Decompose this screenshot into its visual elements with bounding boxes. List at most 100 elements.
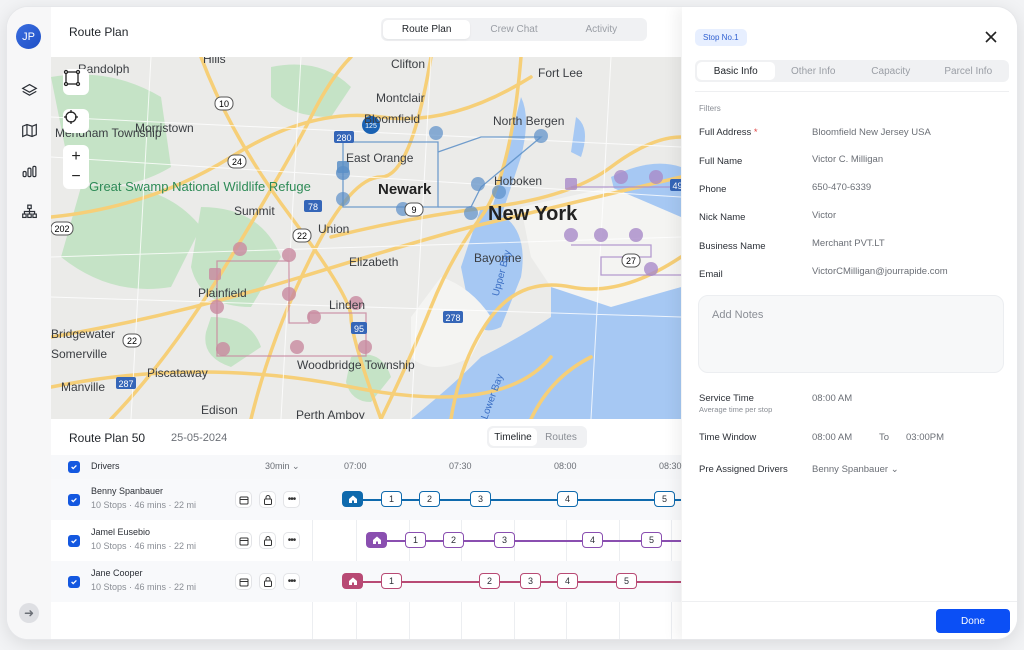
tab-capacity[interactable]: Capacity <box>852 62 930 80</box>
tab-route-plan[interactable]: Route Plan <box>383 20 471 39</box>
map-view[interactable]: Randolph Hills Clifton Fort Lee Montclai… <box>51 57 681 419</box>
timeline-stop[interactable]: 5 <box>641 532 662 548</box>
calendar-icon[interactable] <box>235 573 252 590</box>
stop-details-panel: Stop No.1 Basic Info Other Info Capacity… <box>682 7 1017 639</box>
view-tabs: Timeline Routes <box>487 426 587 448</box>
tab-basic-info[interactable]: Basic Info <box>697 62 775 80</box>
timeline-stop[interactable]: 5 <box>654 491 675 507</box>
tab-other-info[interactable]: Other Info <box>775 62 853 80</box>
driver-name: Benny Spanbauer <box>91 486 164 496</box>
map-stop-marker[interactable] <box>614 170 628 184</box>
tab-routes[interactable]: Routes <box>537 428 585 446</box>
arrow-right-icon[interactable]: ➜ <box>19 603 39 623</box>
timeline-stop[interactable]: 1 <box>381 491 402 507</box>
map-stop-marker[interactable] <box>336 192 350 206</box>
map-stop-marker[interactable] <box>429 126 443 140</box>
field-value-business-name[interactable]: Merchant PVT.LT <box>812 238 885 249</box>
time-tick: 07:00 <box>344 461 367 471</box>
field-value-nick-name[interactable]: Victor <box>812 210 836 221</box>
timeline-stop[interactable]: 4 <box>557 491 578 507</box>
done-button[interactable]: Done <box>936 609 1010 633</box>
map-label: North Bergen <box>493 114 564 128</box>
map-label: Perth Amboy <box>296 408 365 419</box>
map-stop-marker[interactable] <box>464 206 478 220</box>
avatar[interactable]: JP <box>16 24 41 49</box>
map-stop-marker[interactable] <box>307 310 321 324</box>
tab-timeline[interactable]: Timeline <box>489 428 537 446</box>
timeline-stop[interactable]: 2 <box>443 532 464 548</box>
home-icon <box>348 495 357 503</box>
map-stop-marker[interactable] <box>629 228 643 242</box>
pre-assigned-dropdown[interactable]: Benny Spanbauer ⌄ <box>812 464 899 475</box>
field-value-phone[interactable]: 650-470-6339 <box>812 182 871 193</box>
timeline-stop[interactable]: 4 <box>582 532 603 548</box>
timeline-stop[interactable]: 1 <box>381 573 402 589</box>
driver-checkbox[interactable] <box>68 576 80 588</box>
map-stop-marker[interactable] <box>644 262 658 276</box>
more-icon[interactable]: ••• <box>283 491 300 508</box>
lock-icon[interactable] <box>259 491 276 508</box>
locate-icon[interactable] <box>63 109 89 133</box>
chevron-down-icon: ⌄ <box>890 464 899 475</box>
field-value-full-name[interactable]: Victor C. Milligan <box>812 154 883 165</box>
layers-icon[interactable] <box>19 80 39 100</box>
map-stop-marker[interactable] <box>649 170 663 184</box>
map-stop-marker[interactable] <box>282 248 296 262</box>
depot-marker[interactable] <box>366 532 387 548</box>
zoom-out-icon[interactable]: − <box>71 167 80 187</box>
tab-parcel-info[interactable]: Parcel Info <box>930 62 1008 80</box>
timeline-stop[interactable]: 5 <box>616 573 637 589</box>
more-icon[interactable]: ••• <box>283 532 300 549</box>
driver-checkbox[interactable] <box>68 535 80 547</box>
map-depot-marker[interactable] <box>565 178 577 190</box>
depot-marker[interactable] <box>342 491 363 507</box>
lock-icon[interactable] <box>259 532 276 549</box>
map-stop-marker[interactable] <box>216 342 230 356</box>
map-stop-marker[interactable] <box>594 228 608 242</box>
timeline-stop[interactable]: 2 <box>419 491 440 507</box>
time-window-to[interactable]: 03:00PM <box>906 432 944 443</box>
map-stop-marker[interactable] <box>358 340 372 354</box>
driver-row[interactable]: Benny Spanbauer 10 Stops · 46 mins · 22 m… <box>51 479 681 520</box>
tab-activity[interactable]: Activity <box>558 20 645 39</box>
page-title: Route Plan <box>69 25 129 39</box>
timeline-stop[interactable]: 3 <box>494 532 515 548</box>
svg-text:10: 10 <box>219 99 229 109</box>
timeline-stop[interactable]: 3 <box>470 491 491 507</box>
timeline-stop[interactable]: 2 <box>479 573 500 589</box>
calendar-icon[interactable] <box>235 491 252 508</box>
tab-crew-chat[interactable]: Crew Chat <box>470 20 557 39</box>
analytics-icon[interactable] <box>19 161 39 181</box>
service-time-value[interactable]: 08:00 AM <box>812 393 852 404</box>
select-all-checkbox[interactable] <box>68 461 80 473</box>
time-window-from[interactable]: 08:00 AM <box>812 432 852 443</box>
depot-marker[interactable] <box>342 573 363 589</box>
map-stop-marker[interactable] <box>290 340 304 354</box>
map-stop-marker[interactable] <box>210 300 224 314</box>
more-icon[interactable]: ••• <box>283 573 300 590</box>
driver-row[interactable]: Jamel Eusebio 10 Stops · 46 mins · 22 mi •… <box>51 520 681 561</box>
map-stop-marker[interactable] <box>564 228 578 242</box>
map-stop-marker[interactable] <box>233 242 247 256</box>
timeline-stop[interactable]: 4 <box>557 573 578 589</box>
lock-icon[interactable] <box>259 573 276 590</box>
timeline-stop[interactable]: 3 <box>520 573 541 589</box>
timeline-stop[interactable]: 1 <box>405 532 426 548</box>
close-icon[interactable] <box>982 28 1000 46</box>
driver-checkbox[interactable] <box>68 494 80 506</box>
select-area-icon[interactable] <box>63 69 89 95</box>
map-stop-marker[interactable] <box>282 287 296 301</box>
map-icon[interactable] <box>19 120 39 140</box>
field-value-address[interactable]: Bloomfield New Jersey USA <box>812 127 931 138</box>
interval-dropdown[interactable]: 30min ⌄ <box>265 461 300 472</box>
calendar-icon[interactable] <box>235 532 252 549</box>
map-depot-marker[interactable] <box>209 268 221 280</box>
map-stop-marker[interactable] <box>534 129 548 143</box>
notes-textarea[interactable]: Add Notes <box>698 295 1004 373</box>
field-value-email[interactable]: VictorCMilligan@jourrapide.com <box>812 266 948 277</box>
driver-row[interactable]: Jane Cooper 10 Stops · 46 mins · 22 mi •••… <box>51 561 681 602</box>
hierarchy-icon[interactable] <box>19 201 39 221</box>
map-stop-marker[interactable] <box>471 177 485 191</box>
map-label: East Orange <box>346 151 414 165</box>
zoom-in-icon[interactable]: + <box>71 147 80 167</box>
